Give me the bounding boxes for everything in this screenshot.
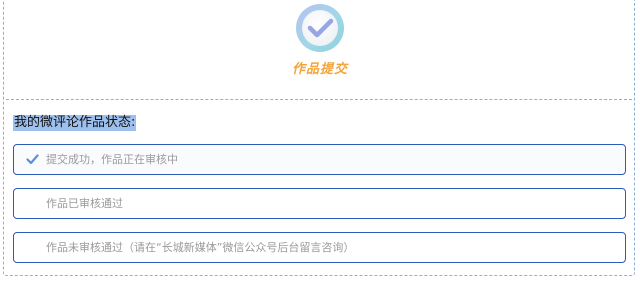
status-label: 作品已审核通过: [46, 197, 123, 210]
check-badge-icon: [296, 4, 344, 52]
checkmark-icon: [26, 154, 39, 165]
status-label: 作品未审核通过（请在“长城新媒体”微信公众号后台留言咨询）: [46, 241, 355, 254]
submit-title: 作品提交: [291, 62, 348, 77]
status-option-rejected[interactable]: 作品未审核通过（请在“长城新媒体”微信公众号后台留言咨询）: [13, 232, 626, 263]
section-divider: [6, 99, 632, 100]
status-option-reviewing[interactable]: 提交成功，作品正在审核中: [13, 144, 626, 175]
status-label: 提交成功，作品正在审核中: [46, 153, 178, 166]
section-title: 我的微评论作品状态:: [13, 115, 137, 131]
status-option-approved[interactable]: 作品已审核通过: [13, 188, 626, 219]
